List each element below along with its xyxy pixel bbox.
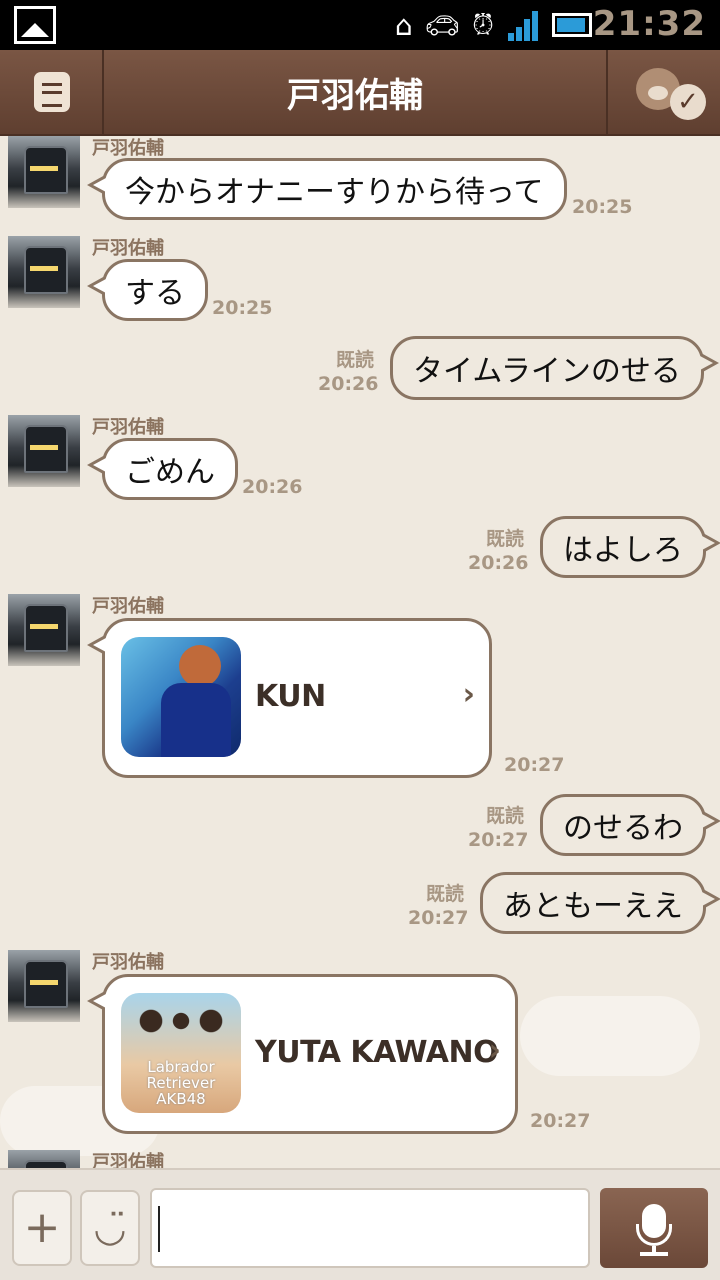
read-receipt: 既読 20:27 bbox=[408, 882, 469, 930]
message-bubble[interactable]: はよしろ bbox=[540, 516, 720, 578]
chat-header: 戸羽佑輔 ✓ bbox=[0, 50, 720, 136]
sender-name: 戸羽佑輔 bbox=[92, 138, 164, 159]
alarm-icon: ⏰︎ bbox=[472, 8, 494, 41]
sender-name: 戸羽佑輔 bbox=[92, 596, 164, 617]
contact-name: KUN bbox=[255, 679, 326, 714]
message-input[interactable] bbox=[150, 1188, 590, 1268]
message-time: 20:27 bbox=[468, 829, 529, 851]
message-bubble[interactable]: あともーええ bbox=[480, 872, 720, 934]
message-time: 20:27 bbox=[530, 1110, 591, 1132]
friend-options-button[interactable]: ✓ bbox=[606, 50, 720, 134]
read-label: 既読 bbox=[485, 528, 524, 550]
check-icon: ✓ bbox=[670, 84, 706, 120]
battery-icon bbox=[552, 13, 592, 37]
avatar[interactable] bbox=[8, 136, 80, 208]
read-receipt: 既読 20:27 bbox=[468, 804, 529, 852]
status-icons: ⌂ 🚗︎ ⏰︎ bbox=[395, 8, 592, 42]
read-label: 既読 bbox=[425, 883, 464, 905]
message-time: 20:27 bbox=[504, 754, 565, 776]
input-bar: + ◡̈ bbox=[0, 1168, 720, 1280]
background-cloud bbox=[520, 996, 700, 1076]
message-bubble[interactable]: する bbox=[87, 259, 208, 321]
microphone-icon-stand bbox=[636, 1224, 672, 1246]
chevron-right-icon: › bbox=[488, 1033, 501, 1068]
message-time: 20:26 bbox=[318, 373, 379, 395]
contact-thumbnail: Labrador Retriever AKB48 bbox=[121, 993, 241, 1113]
microphone-icon-foot bbox=[640, 1252, 668, 1256]
contact-card[interactable]: KUN › bbox=[87, 618, 492, 778]
status-bar: ⌂ 🚗︎ ⏰︎ 21:32 bbox=[0, 0, 720, 50]
contact-name: YUTA KAWANO bbox=[255, 1035, 499, 1070]
avatar[interactable] bbox=[8, 950, 80, 1022]
sticker-button[interactable]: ◡̈ bbox=[80, 1190, 140, 1266]
voicemail-icon: ⌂ bbox=[394, 8, 413, 42]
sender-name: 戸羽佑輔 bbox=[92, 952, 164, 973]
avatar[interactable] bbox=[8, 594, 80, 666]
text-cursor bbox=[158, 1206, 160, 1252]
chat-title: 戸羽佑輔 bbox=[287, 76, 423, 116]
menu-icon bbox=[34, 72, 70, 112]
message-bubble[interactable]: ごめん bbox=[87, 438, 238, 500]
read-receipt: 既読 20:26 bbox=[468, 527, 529, 575]
message-time: 20:27 bbox=[408, 907, 469, 929]
avatar[interactable] bbox=[8, 1150, 80, 1168]
contact-card[interactable]: Labrador Retriever AKB48 YUTA KAWANO › bbox=[87, 974, 518, 1134]
message-time: 20:26 bbox=[468, 552, 529, 574]
voice-message-button[interactable] bbox=[600, 1188, 708, 1268]
read-label: 既読 bbox=[485, 805, 524, 827]
avatar[interactable] bbox=[8, 236, 80, 308]
sender-name: 戸羽佑輔 bbox=[92, 417, 164, 438]
plus-button[interactable]: + bbox=[12, 1190, 72, 1266]
chat-log[interactable]: 戸羽佑輔 今からオナニーすりから待って 20:25 戸羽佑輔 する 20:25 … bbox=[0, 136, 720, 1168]
signal-icon bbox=[506, 9, 540, 41]
sender-name: 戸羽佑輔 bbox=[92, 1152, 164, 1168]
message-time: 20:25 bbox=[212, 297, 273, 319]
menu-button[interactable] bbox=[0, 50, 104, 134]
sender-name: 戸羽佑輔 bbox=[92, 238, 164, 259]
read-label: 既読 bbox=[335, 349, 374, 371]
gallery-icon bbox=[14, 6, 56, 44]
read-receipt: 既読 20:26 bbox=[318, 348, 379, 396]
chevron-right-icon: › bbox=[462, 677, 475, 712]
thumbnail-text: Labrador Retriever AKB48 bbox=[146, 1058, 216, 1108]
car-icon: 🚗︎ bbox=[424, 8, 461, 42]
contact-thumbnail bbox=[121, 637, 241, 757]
message-bubble[interactable]: タイムラインのせる bbox=[390, 336, 719, 400]
message-time: 20:25 bbox=[572, 196, 633, 218]
message-time: 20:26 bbox=[242, 476, 303, 498]
status-time: 21:32 bbox=[592, 4, 706, 44]
message-bubble[interactable]: のせるわ bbox=[540, 794, 720, 856]
avatar[interactable] bbox=[8, 415, 80, 487]
message-bubble[interactable]: 今からオナニーすりから待って bbox=[87, 158, 567, 220]
